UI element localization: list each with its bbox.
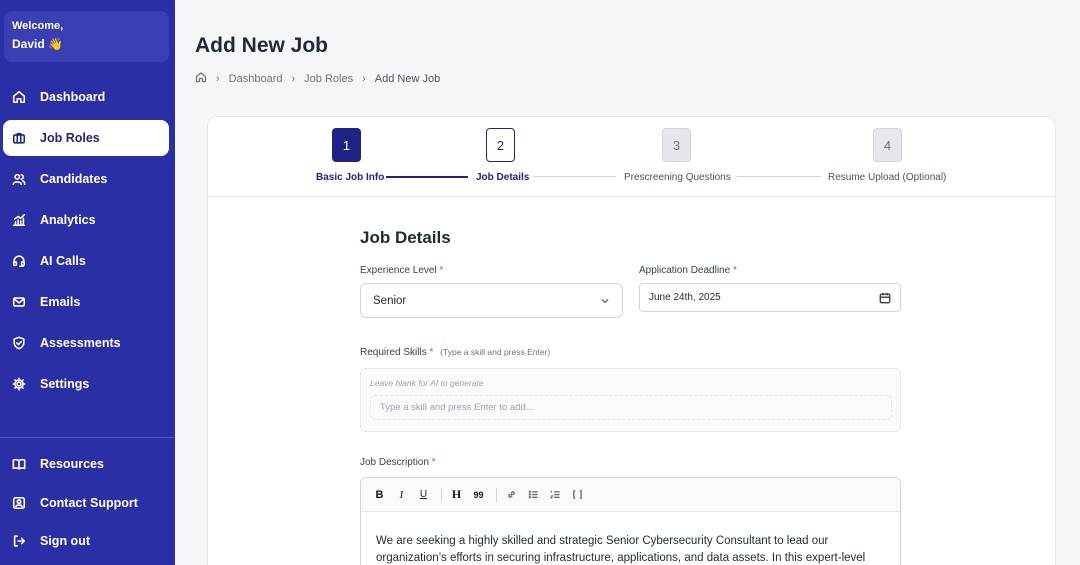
users-icon [12, 172, 26, 186]
sidebar-item-ai-calls[interactable]: AI Calls [3, 243, 169, 279]
sidebar-item-label: Contact Support [40, 496, 138, 510]
step-connector-2 [534, 176, 616, 177]
step-4-badge[interactable]: 4 [873, 128, 902, 162]
deadline-value: June 24th, 2025 [649, 292, 721, 303]
deadline-label-text: Application Deadline [639, 265, 731, 276]
sign-out-icon [12, 534, 26, 548]
contact-icon [12, 496, 26, 510]
step-2-label[interactable]: Job Details [476, 172, 529, 183]
mail-icon [12, 295, 26, 309]
deadline-date-picker[interactable]: June 24th, 2025 [639, 283, 901, 312]
underline-button[interactable]: U [414, 485, 433, 505]
required-marker: * [439, 265, 444, 276]
toolbar-divider [441, 487, 442, 502]
chart-icon [12, 213, 26, 227]
skills-box: Leave blank for AI to generate [360, 368, 901, 432]
briefcase-icon [12, 131, 26, 145]
skills-label-text: Required Skills [360, 347, 427, 358]
description-label-text: Job Description [360, 457, 429, 468]
editor-toolbar: B I U H 99 [361, 478, 900, 512]
home-icon [12, 90, 26, 104]
sidebar-item-dashboard[interactable]: Dashboard [3, 79, 169, 115]
description-editor[interactable]: B I U H 99 We are seeking a highly skill… [360, 477, 901, 565]
skills-label: Required Skills * (Type a skill and pres… [360, 347, 550, 358]
description-label: Job Description * [360, 457, 436, 468]
step-1-badge[interactable]: 1 [332, 128, 361, 162]
code-block-icon[interactable] [568, 485, 587, 505]
chevron-down-icon [601, 298, 609, 304]
breadcrumb-job-roles[interactable]: Job Roles [304, 73, 353, 85]
gear-icon [12, 377, 26, 391]
step-3-badge[interactable]: 3 [662, 128, 691, 162]
italic-button[interactable]: I [392, 485, 411, 505]
shield-check-icon [12, 336, 26, 350]
sidebar-item-emails[interactable]: Emails [3, 284, 169, 320]
required-marker: * [732, 265, 737, 276]
chevron-right-icon: › [216, 72, 220, 85]
sidebar-item-label: Resources [40, 457, 104, 471]
description-text[interactable]: We are seeking a highly skilled and stra… [361, 512, 900, 565]
sidebar-item-label: Settings [40, 377, 90, 391]
step-4-label[interactable]: Resume Upload (Optional) [828, 172, 946, 183]
breadcrumb-current: Add New Job [374, 72, 441, 85]
required-marker: * [429, 347, 434, 358]
sidebar-item-label: Sign out [40, 534, 90, 548]
sidebar-item-contact-support[interactable]: Contact Support [3, 485, 169, 521]
ordered-list-icon[interactable] [546, 485, 565, 505]
quote-button[interactable]: 99 [469, 485, 488, 505]
headset-icon [12, 254, 26, 268]
heading-button[interactable]: H [447, 485, 466, 505]
home-icon[interactable] [195, 71, 207, 86]
sidebar-item-label: Job Roles [40, 131, 100, 145]
skills-blank-note: Leave blank for AI to generate [370, 378, 484, 388]
bullet-list-icon[interactable] [524, 485, 543, 505]
sidebar-item-sign-out[interactable]: Sign out [3, 523, 169, 559]
sidebar-item-label: AI Calls [40, 254, 86, 268]
step-1-label[interactable]: Basic Job Info [316, 172, 384, 183]
stepper: 1 Basic Job Info 2 Job Details 3 Prescre… [208, 117, 1057, 197]
sidebar-divider [0, 437, 175, 438]
sidebar: Welcome, David 👋 Dashboard Job Roles Can… [0, 0, 175, 565]
sidebar-item-settings[interactable]: Settings [3, 366, 169, 402]
sidebar-item-label: Analytics [40, 213, 96, 227]
user-name: David 👋 [12, 37, 63, 51]
sidebar-item-analytics[interactable]: Analytics [3, 202, 169, 238]
chevron-right-icon: › [362, 72, 366, 85]
step-2-badge[interactable]: 2 [486, 128, 515, 162]
bold-button[interactable]: B [370, 485, 389, 505]
skills-input[interactable] [370, 395, 892, 420]
page-title: Add New Job [195, 34, 329, 57]
experience-value: Senior [373, 294, 407, 307]
experience-select[interactable]: Senior [360, 283, 623, 318]
breadcrumb-dashboard[interactable]: Dashboard [229, 73, 283, 85]
deadline-label: Application Deadline * [639, 265, 737, 276]
sidebar-item-label: Emails [40, 295, 81, 309]
welcome-card: Welcome, David 👋 [4, 11, 169, 62]
sidebar-item-resources[interactable]: Resources [3, 446, 169, 482]
required-marker: * [431, 457, 436, 468]
sidebar-item-label: Dashboard [40, 90, 106, 104]
link-icon[interactable] [502, 485, 521, 505]
book-icon [12, 457, 26, 471]
experience-label: Experience Level * [360, 265, 443, 276]
sidebar-item-candidates[interactable]: Candidates [3, 161, 169, 197]
sidebar-item-label: Assessments [40, 336, 121, 350]
chevron-right-icon: › [291, 72, 296, 85]
welcome-label: Welcome, [12, 20, 64, 32]
step-connector-1 [386, 176, 468, 178]
sidebar-item-assessments[interactable]: Assessments [3, 325, 169, 361]
toolbar-divider [496, 487, 497, 502]
step-connector-3 [737, 176, 821, 177]
skills-hint: (Type a skill and press Enter) [440, 347, 551, 357]
sidebar-item-job-roles[interactable]: Job Roles [3, 120, 169, 156]
section-title: Job Details [360, 228, 451, 247]
calendar-icon[interactable] [879, 292, 891, 304]
breadcrumb: › Dashboard › Job Roles › Add New Job [195, 71, 440, 86]
step-3-label[interactable]: Prescreening Questions [624, 172, 731, 183]
experience-label-text: Experience Level [360, 265, 437, 276]
sidebar-item-label: Candidates [40, 172, 108, 186]
